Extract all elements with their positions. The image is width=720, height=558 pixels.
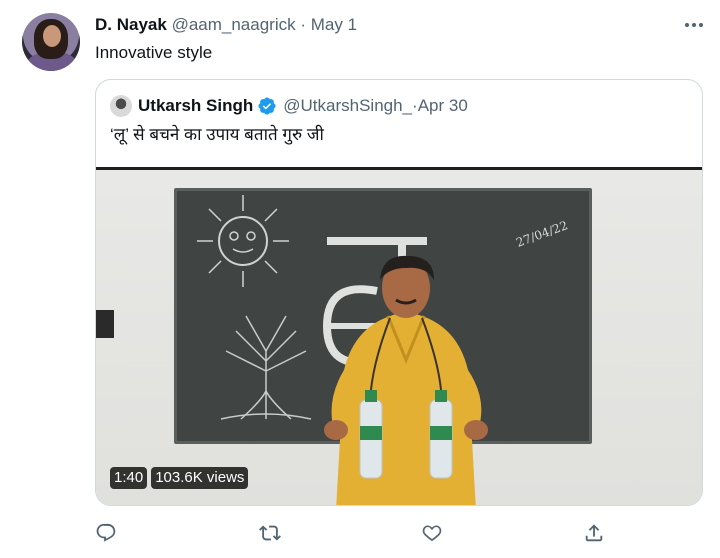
reply-icon — [96, 523, 116, 542]
video-views: 103.6K views — [151, 467, 249, 489]
heart-icon — [422, 525, 442, 542]
video-duration: 1:40 — [110, 467, 148, 489]
video-overlay: 1:40 103.6K views — [110, 467, 249, 489]
quoted-tweet[interactable]: Utkarsh Singh @UtkarshSingh_ · Apr 30 ‘ल… — [95, 79, 703, 506]
reply-button[interactable] — [95, 522, 117, 544]
teacher-figure — [324, 255, 488, 505]
quoted-tweet-header: Utkarsh Singh @UtkarshSingh_ · Apr 30 — [110, 94, 468, 118]
quoted-author-avatar — [110, 95, 132, 117]
separator-dot: · — [300, 15, 307, 34]
quoted-tweet-text: ‘लू’ से बचने का उपाय बताते गुरु जी — [110, 125, 324, 144]
tweet-text: Innovative style — [95, 43, 213, 62]
more-options-icon[interactable] — [682, 14, 706, 36]
author-handle[interactable]: @aam_naagrick — [172, 15, 296, 34]
tweet-header: D. Nayak @aam_naagrick · May 1 — [95, 14, 706, 36]
quoted-tweet-date: Apr 30 — [417, 96, 468, 115]
like-button[interactable] — [421, 522, 443, 544]
sun-drawing — [197, 195, 289, 287]
share-button[interactable] — [583, 522, 605, 544]
quoted-author-name: Utkarsh Singh — [138, 96, 254, 115]
retweet-button[interactable] — [259, 522, 281, 544]
board-date: 27/04/22 — [514, 218, 570, 250]
tweet-actions — [95, 522, 615, 548]
quoted-author-handle: @UtkarshSingh_ — [283, 96, 413, 115]
retweet-icon — [259, 525, 281, 541]
wall-socket — [96, 310, 114, 338]
author-avatar[interactable] — [22, 13, 80, 71]
tweet-date[interactable]: May 1 — [311, 15, 357, 34]
video-player[interactable]: 27/04/22 1:40 103.6K views — [96, 167, 702, 505]
video-frame: 27/04/22 — [96, 170, 702, 505]
author-name[interactable]: D. Nayak — [95, 15, 167, 34]
verified-badge-icon — [258, 97, 276, 115]
share-icon — [585, 524, 603, 542]
